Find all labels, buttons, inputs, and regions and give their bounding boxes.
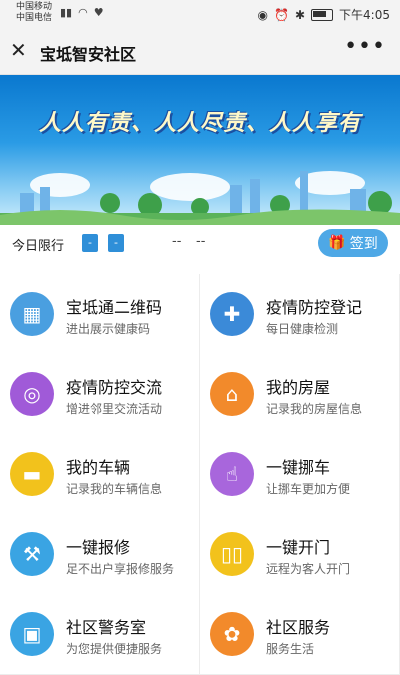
service-title: 疫情防控登记 <box>266 298 363 317</box>
service-title: 我的房屋 <box>266 378 331 397</box>
traffic-restriction-row: 今日限行 - - -- -- 🎁 签到 <box>0 225 400 261</box>
battery-icon <box>311 8 334 21</box>
camera-aperture-icon: ◎ <box>10 372 54 416</box>
checkin-label: 签到 <box>349 236 378 252</box>
service-subtitle: 每日健康检测 <box>266 322 339 336</box>
banner[interactable]: 人人有责、人人尽责、人人享有 <box>0 75 400 225</box>
eye-icon: ◉ <box>257 7 269 22</box>
service-item[interactable]: ▯▯ 一键开门远程为客人开门 <box>200 514 400 595</box>
bluetooth-icon: ✱ <box>294 7 306 22</box>
door-icon: ▯▯ <box>210 532 254 576</box>
service-item[interactable]: ◎ 疫情防控交流增进邻里交流活动 <box>0 354 200 435</box>
service-subtitle: 进出展示健康码 <box>66 322 151 336</box>
car-icon: ▬ <box>10 452 54 496</box>
status-icons: ▮▮ ◠ ♥ <box>60 6 104 19</box>
service-subtitle: 远程为客人开门 <box>266 562 351 576</box>
notification-icon: ♥ <box>93 6 104 19</box>
carrier-2: 中国电信 <box>16 13 53 23</box>
service-subtitle: 记录我的房屋信息 <box>266 402 363 416</box>
service-title: 社区服务 <box>266 618 331 637</box>
service-item[interactable]: ▬ 我的车辆记录我的车辆信息 <box>0 434 200 515</box>
restriction-plate-2: - <box>108 234 124 252</box>
service-subtitle: 为您提供便捷服务 <box>66 642 163 656</box>
service-title: 社区警务室 <box>66 618 147 637</box>
flower-icon: ✿ <box>210 612 254 656</box>
service-item[interactable]: ▦ 宝坻通二维码进出展示健康码 <box>0 274 200 355</box>
service-title: 疫情防控交流 <box>66 378 163 397</box>
service-item[interactable]: ☝ 一键挪车让挪车更加方便 <box>200 434 400 515</box>
page-title: 宝坻智安社区 <box>40 45 137 64</box>
service-item[interactable]: ⌂ 我的房屋记录我的房屋信息 <box>200 354 400 435</box>
service-item[interactable]: ⚒ 一键报修足不出户享报修服务 <box>0 514 200 595</box>
service-item[interactable]: ✚ 疫情防控登记每日健康检测 <box>200 274 400 355</box>
restriction-label: 今日限行 <box>12 239 65 254</box>
tap-hand-icon: ☝ <box>210 452 254 496</box>
service-title: 宝坻通二维码 <box>66 298 163 317</box>
service-subtitle: 足不出户享报修服务 <box>66 562 175 576</box>
banner-slogan: 人人有责、人人尽责、人人享有 <box>38 111 361 136</box>
clock: 下午4:05 <box>339 8 390 22</box>
close-icon[interactable]: ✕ <box>10 38 27 62</box>
house-icon: ⌂ <box>210 372 254 416</box>
service-title: 一键报修 <box>66 538 131 557</box>
restriction-plate-1: - <box>82 234 98 252</box>
alarm-icon: ⏰ <box>274 7 289 22</box>
service-item[interactable]: ▣ 社区警务室为您提供便捷服务 <box>0 594 200 675</box>
service-subtitle: 服务生活 <box>266 642 315 656</box>
service-subtitle: 让挪车更加方便 <box>266 482 351 496</box>
carrier-1: 中国移动 <box>16 2 53 12</box>
police-station-icon: ▣ <box>10 612 54 656</box>
title-bar: ✕ 宝坻智安社区 ••• <box>0 28 400 75</box>
signal-icon: ▮▮ <box>60 6 73 19</box>
status-right: ◉ ⏰ ✱ 下午4:05 <box>258 6 390 23</box>
qrcode-icon: ▦ <box>10 292 54 336</box>
gift-icon: 🎁 <box>328 235 346 251</box>
service-title: 一键挪车 <box>266 458 331 477</box>
service-subtitle: 记录我的车辆信息 <box>66 482 163 496</box>
service-subtitle: 增进邻里交流活动 <box>66 402 163 416</box>
wrench-house-icon: ⚒ <box>10 532 54 576</box>
banner-scenery <box>0 171 400 225</box>
service-item[interactable]: ✿ 社区服务服务生活 <box>200 594 400 675</box>
shield-plus-icon: ✚ <box>210 292 254 336</box>
checkin-button[interactable]: 🎁 签到 <box>318 229 388 257</box>
wifi-icon: ◠ <box>78 6 88 19</box>
status-bar: 中国移动 中国电信 ▮▮ ◠ ♥ ◉ ⏰ ✱ 下午4:05 <box>0 0 400 28</box>
restriction-value-1: -- <box>172 234 182 249</box>
service-title: 我的车辆 <box>66 458 131 477</box>
carrier-info: 中国移动 中国电信 <box>16 2 52 24</box>
more-menu-icon[interactable]: ••• <box>344 34 386 59</box>
service-title: 一键开门 <box>266 538 331 557</box>
restriction-value-2: -- <box>196 234 206 249</box>
